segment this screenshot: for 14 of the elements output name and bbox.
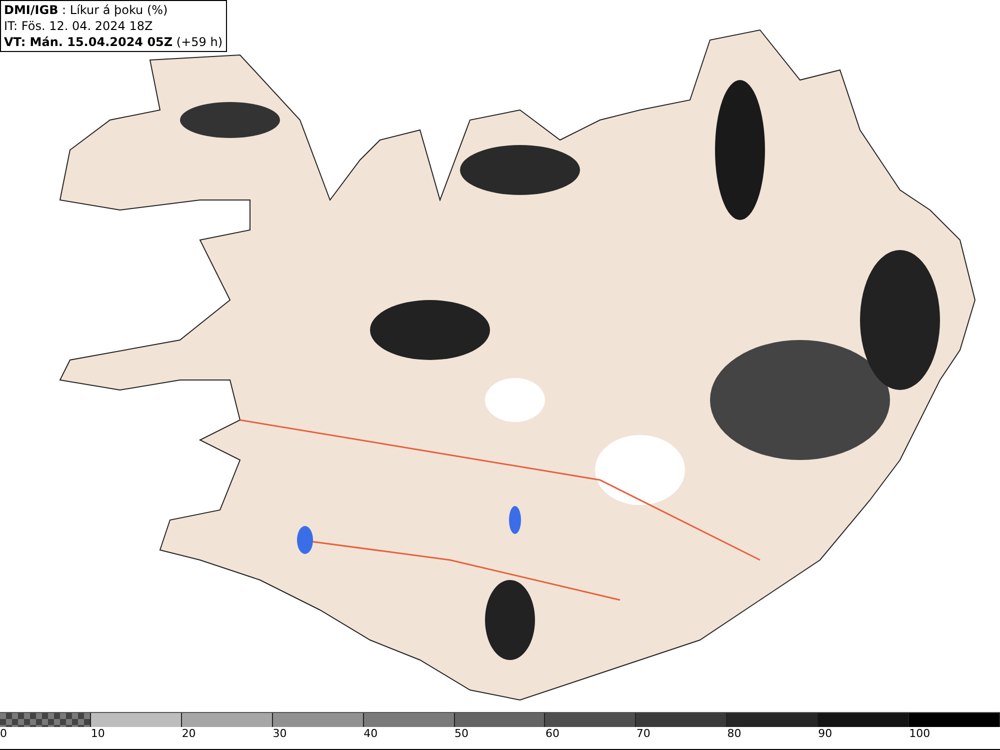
legend-label: 20 <box>182 727 196 741</box>
legend-label: 70 <box>636 727 650 741</box>
legend-label: 10 <box>90 727 105 741</box>
map-info-line: VT: Mán. 15.04.2024 05Z (+59 h) <box>4 34 223 50</box>
legend-label: 80 <box>727 727 742 741</box>
legend-label: 50 <box>454 727 469 741</box>
legend-label: 0 <box>0 727 7 741</box>
map-info-line: IT: Fös. 12. 04. 2024 18Z <box>4 18 154 34</box>
legend-label: 90 <box>818 727 832 741</box>
legend-label: 40 <box>364 727 378 741</box>
legend-label: 30 <box>272 727 287 741</box>
legend-label: 100 <box>909 727 930 741</box>
legend-label: 60 <box>545 727 560 741</box>
map-info-line: DMI/IGB : Líkur á þoku (%) <box>4 2 169 18</box>
